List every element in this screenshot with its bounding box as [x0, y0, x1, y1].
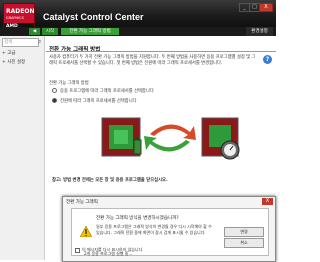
warning-icon [80, 226, 92, 237]
battery-icon [133, 138, 142, 155]
checkbox-box [75, 247, 80, 253]
sidebar-item-photo-settings[interactable]: + 사진 설정 [2, 59, 25, 65]
app-title: Catalyst Control Center [43, 12, 144, 22]
dialog-heading: 전환 가능 그래픽 방식을 변경하시겠습니까? [96, 216, 179, 221]
dialog-body: 일부 응용 프로그램은 그래픽 방식이 변경될 경우 다시 시작해야 할 수 있… [96, 224, 212, 235]
dialog-close-button[interactable]: X [262, 198, 273, 205]
radio-label: 전원에 따라 그래픽 프로세서를 선택합니다 [60, 99, 137, 104]
footnote: 참고: 방법 변경 전에는 모든 창 및 응용 프로그램을 닫으십시오. [52, 178, 168, 183]
search-icon[interactable]: ⌕ [38, 38, 41, 46]
sidebar-item-advanced[interactable]: + 고급 [2, 50, 15, 56]
dialog-title: 전환 가능 그래픽 [66, 200, 98, 205]
change-button[interactable]: 변경 [224, 227, 264, 237]
dont-show-checkbox[interactable]: 이 메시지를 다시 표시하지 않습니다. [75, 247, 144, 253]
close-button[interactable]: X [259, 3, 273, 12]
method-group-label: 전환 가능 그래픽 방법 [49, 81, 89, 86]
checkbox-label: 이 메시지를 다시 표시하지 않습니다. [82, 247, 144, 252]
cancel-button[interactable]: 취소 [224, 238, 264, 248]
title-divider [46, 51, 276, 52]
help-icon[interactable]: ? [263, 55, 272, 64]
home-button[interactable]: 시작 [42, 28, 58, 35]
confirm-dialog: 전환 가능 그래픽 X 전환 가능 그래픽 방식을 변경하시겠습니까? 일부 응… [62, 196, 276, 262]
logo-sub: GRAPHICS [6, 16, 24, 20]
preferences-button[interactable]: 환경설정 [246, 27, 273, 36]
switch-arrows-icon [144, 124, 196, 152]
back-button[interactable]: ◀ [29, 28, 40, 35]
logo-brand: RADEON [6, 8, 35, 15]
radio-power-source[interactable]: 전원에 따라 그래픽 프로세서를 선택합니다 [52, 98, 137, 104]
radio-dot [52, 88, 57, 93]
radio-label: 응용 프로그램에 따라 그래픽 프로세서를 선택합니다 [60, 89, 154, 94]
sidebar [0, 36, 45, 260]
search-input[interactable]: 검색 [2, 38, 39, 47]
radio-dot [52, 98, 57, 103]
gauge-icon [220, 140, 240, 160]
radio-per-application[interactable]: 응용 프로그램에 따라 그래픽 프로세서를 선택합니다 [52, 88, 154, 94]
breadcrumb[interactable]: 전환 가능 그래픽 방법 [61, 28, 119, 35]
switchable-graphics-illustration [101, 117, 240, 160]
page-description: 사용자 컴퓨터가 두 가지 전환 가능 그래픽 방법을 지원합니다. 두 번째 … [49, 55, 256, 66]
